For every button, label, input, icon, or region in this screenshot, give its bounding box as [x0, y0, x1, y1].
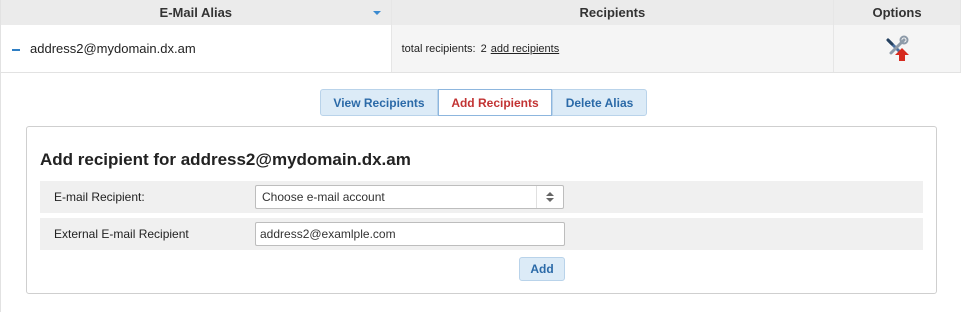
- recipients-count: 2: [480, 42, 487, 55]
- options-cell: [834, 25, 961, 72]
- external-recipient-row: External E-mail Recipient: [40, 218, 923, 250]
- alias-header-label: E-Mail Alias: [159, 5, 233, 20]
- options-column-header: Options: [834, 0, 961, 25]
- recipients-cell: total recipients: 2 add recipients: [391, 25, 835, 72]
- add-button[interactable]: Add: [519, 257, 565, 281]
- sort-desc-icon[interactable]: [372, 11, 381, 15]
- view-recipients-button[interactable]: View Recipients: [320, 89, 438, 116]
- add-recipients-button[interactable]: Add Recipients: [438, 89, 552, 116]
- settings-tools-icon[interactable]: [883, 35, 911, 63]
- options-header-label: Options: [872, 5, 922, 20]
- email-recipient-row: E-mail Recipient: Choose e-mail account: [40, 181, 923, 213]
- email-recipient-label: E-mail Recipient:: [54, 190, 145, 204]
- table-row: address2@mydomain.dx.am total recipients…: [1, 25, 961, 73]
- recipients-header-label: Recipients: [579, 5, 646, 20]
- alias-tabs: View Recipients Add Recipients Delete Al…: [320, 89, 647, 116]
- external-recipient-input[interactable]: [255, 222, 565, 246]
- alias-address: address2@mydomain.dx.am: [30, 41, 196, 56]
- form-title: Add recipient for address2@mydomain.dx.a…: [40, 150, 411, 169]
- alias-table: E-Mail Alias Recipients Options address2…: [0, 0, 961, 73]
- email-account-select-value: Choose e-mail account: [262, 190, 385, 204]
- add-recipients-link[interactable]: add recipients: [491, 43, 560, 55]
- select-arrows-icon: [536, 186, 563, 208]
- delete-alias-button[interactable]: Delete Alias: [552, 89, 647, 116]
- add-recipient-form: Add recipient for address2@mydomain.dx.a…: [26, 126, 937, 294]
- external-recipient-label: External E-mail Recipient: [54, 227, 189, 241]
- email-account-select[interactable]: Choose e-mail account: [255, 185, 564, 209]
- collapse-icon[interactable]: [12, 48, 20, 51]
- recipients-column-header: Recipients: [392, 0, 835, 25]
- alias-column-header[interactable]: E-Mail Alias: [1, 0, 392, 25]
- recipients-total-label: total recipients:: [401, 42, 476, 55]
- alias-cell: address2@mydomain.dx.am: [1, 25, 392, 72]
- alias-detail-panel: View Recipients Add Recipients Delete Al…: [0, 73, 960, 312]
- table-header-row: E-Mail Alias Recipients Options: [1, 0, 961, 25]
